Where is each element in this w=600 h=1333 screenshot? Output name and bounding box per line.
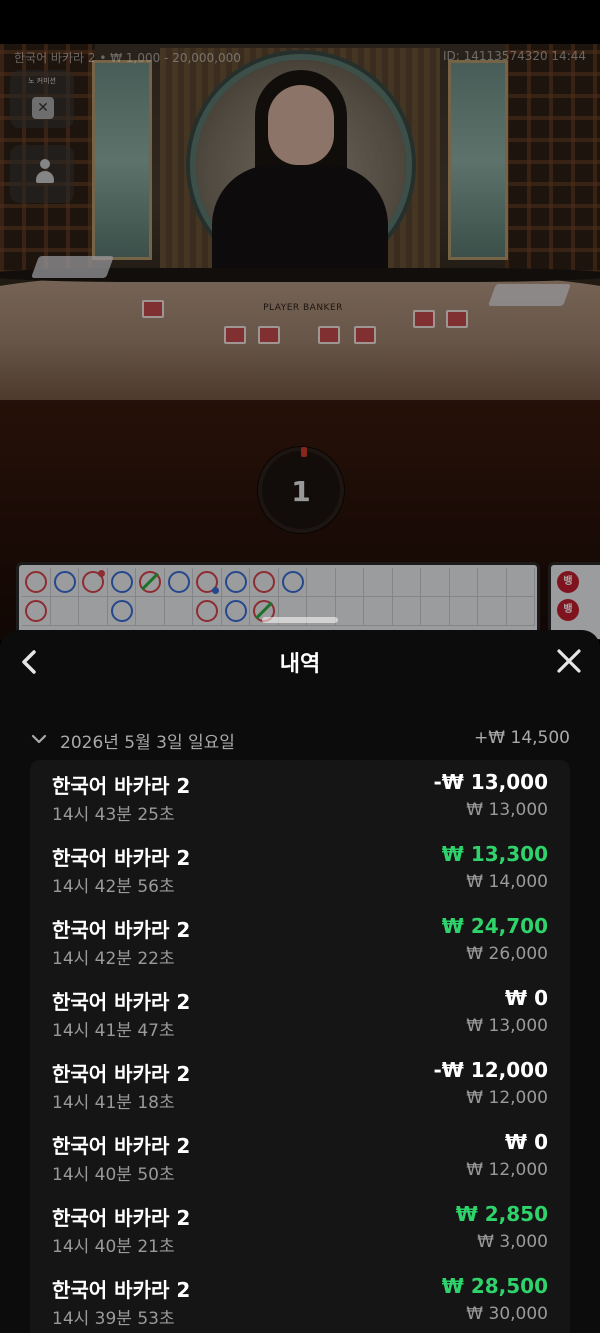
date-total: +₩ 14,500 xyxy=(474,728,570,748)
sheet-title: 내역 xyxy=(279,652,321,677)
round-result: -₩ 12,000 xyxy=(433,1058,548,1082)
round-time: 14시 39분 53초 xyxy=(52,1309,175,1329)
history-row[interactable]: 한국어 바카라 2 14시 43분 25초 -₩ 13,000 ₩ 13,000 xyxy=(30,760,570,832)
game-name: 한국어 바카라 2 xyxy=(52,1206,191,1230)
game-name: 한국어 바카라 2 xyxy=(52,846,191,870)
history-row[interactable]: 한국어 바카라 2 14시 41분 47초 ₩ 0 ₩ 13,000 xyxy=(30,976,570,1048)
round-stake: ₩ 12,000 xyxy=(466,1160,548,1180)
game-name: 한국어 바카라 2 xyxy=(52,1062,191,1086)
chevron-down-icon xyxy=(31,734,47,744)
history-row[interactable]: 한국어 바카라 2 14시 41분 18초 -₩ 12,000 ₩ 12,000 xyxy=(30,1048,570,1120)
history-list: 한국어 바카라 2 14시 43분 25초 -₩ 13,000 ₩ 13,000… xyxy=(30,760,570,1333)
round-result: ₩ 2,850 xyxy=(455,1202,548,1226)
round-result: -₩ 13,000 xyxy=(433,770,548,794)
round-time: 14시 42분 56초 xyxy=(52,877,175,897)
round-result: ₩ 13,300 xyxy=(441,842,548,866)
history-row[interactable]: 한국어 바카라 2 14시 39분 53초 ₩ 28,500 ₩ 30,000 xyxy=(30,1264,570,1333)
history-row[interactable]: 한국어 바카라 2 14시 40분 21초 ₩ 2,850 ₩ 3,000 xyxy=(30,1192,570,1264)
history-row[interactable]: 한국어 바카라 2 14시 40분 50초 ₩ 0 ₩ 12,000 xyxy=(30,1120,570,1192)
game-name: 한국어 바카라 2 xyxy=(52,918,191,942)
round-stake: ₩ 13,000 xyxy=(466,800,548,820)
sheet-header: 내역 xyxy=(0,630,600,694)
round-result: ₩ 0 xyxy=(505,1130,548,1154)
game-name: 한국어 바카라 2 xyxy=(52,774,191,798)
history-sheet: 내역 2026년 5월 3일 일요일 +₩ 14,500 한국어 바카라 2 1… xyxy=(0,630,600,1333)
round-stake: ₩ 14,000 xyxy=(466,872,548,892)
round-stake: ₩ 12,000 xyxy=(466,1088,548,1108)
round-time: 14시 40분 50초 xyxy=(52,1165,175,1185)
round-result: ₩ 0 xyxy=(505,986,548,1010)
date-label: 2026년 5월 3일 일요일 xyxy=(60,733,235,753)
round-stake: ₩ 13,000 xyxy=(466,1016,548,1036)
round-stake: ₩ 26,000 xyxy=(466,944,548,964)
round-stake: ₩ 3,000 xyxy=(477,1232,548,1252)
sheet-drag-handle[interactable] xyxy=(262,617,338,623)
round-time: 14시 43분 25초 xyxy=(52,805,175,825)
game-name: 한국어 바카라 2 xyxy=(52,1134,191,1158)
live-video-stream: PLAYER BANKER 한국어 바카라 2 • ₩ 1,000 - 20,0… xyxy=(0,0,600,640)
overlay-dim xyxy=(0,0,600,640)
round-time: 14시 42분 22초 xyxy=(52,949,175,969)
history-row[interactable]: 한국어 바카라 2 14시 42분 22초 ₩ 24,700 ₩ 26,000 xyxy=(30,904,570,976)
round-time: 14시 40분 21초 xyxy=(52,1237,175,1257)
game-name: 한국어 바카라 2 xyxy=(52,1278,191,1302)
round-result: ₩ 24,700 xyxy=(441,914,548,938)
round-time: 14시 41분 18초 xyxy=(52,1093,175,1113)
close-button[interactable] xyxy=(554,646,584,676)
history-row[interactable]: 한국어 바카라 2 14시 42분 56초 ₩ 13,300 ₩ 14,000 xyxy=(30,832,570,904)
game-name: 한국어 바카라 2 xyxy=(52,990,191,1014)
round-time: 14시 41분 47초 xyxy=(52,1021,175,1041)
round-stake: ₩ 30,000 xyxy=(466,1304,548,1324)
date-group-header[interactable]: 2026년 5월 3일 일요일 +₩ 14,500 xyxy=(30,727,570,753)
round-result: ₩ 28,500 xyxy=(441,1274,548,1298)
close-x-icon xyxy=(557,649,581,673)
